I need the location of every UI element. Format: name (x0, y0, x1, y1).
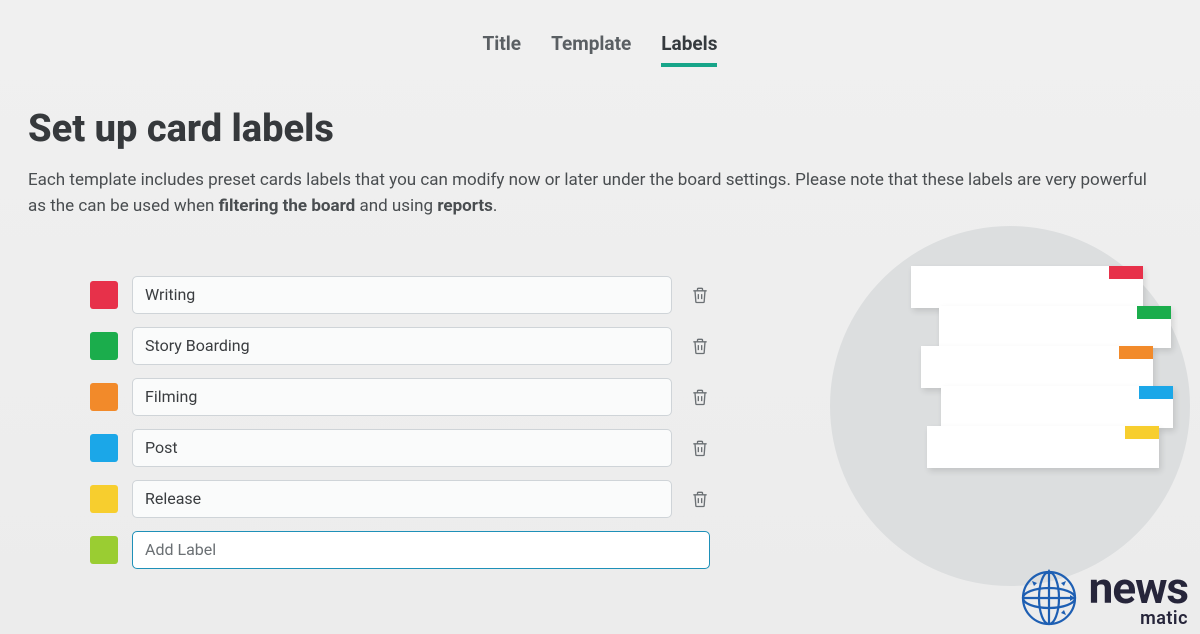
trash-icon[interactable] (690, 386, 710, 408)
tab-template[interactable]: Template (551, 32, 631, 67)
color-swatch[interactable] (90, 332, 118, 360)
label-row (90, 276, 710, 314)
label-row (90, 378, 710, 416)
globe-icon (1017, 566, 1081, 630)
setup-tabs: Title Template Labels (0, 0, 1200, 67)
color-swatch[interactable] (90, 383, 118, 411)
trash-icon[interactable] (690, 488, 710, 510)
color-swatch[interactable] (90, 485, 118, 513)
label-name-input[interactable] (132, 276, 672, 314)
trash-icon[interactable] (690, 335, 710, 357)
tab-labels[interactable]: Labels (661, 32, 717, 67)
preview-card (927, 426, 1159, 468)
label-row (90, 429, 710, 467)
watermark-text: news (1089, 569, 1188, 609)
color-swatch[interactable] (90, 281, 118, 309)
label-name-input[interactable] (132, 378, 672, 416)
preview-card (911, 266, 1143, 308)
label-preview-illustration (750, 276, 1172, 582)
preview-card (941, 386, 1173, 428)
preview-card (921, 346, 1153, 388)
label-name-input[interactable] (132, 327, 672, 365)
page-description: Each template includes preset cards labe… (28, 167, 1168, 220)
label-list (90, 276, 710, 582)
label-name-input[interactable] (132, 429, 672, 467)
label-row (90, 480, 710, 518)
color-swatch[interactable] (90, 434, 118, 462)
watermark-logo: news matic (1017, 566, 1188, 630)
tab-title[interactable]: Title (483, 32, 522, 67)
trash-icon[interactable] (690, 437, 710, 459)
watermark-subtext: matic (1140, 611, 1188, 627)
add-label-input[interactable] (132, 531, 710, 569)
page-title: Set up card labels (28, 107, 1172, 151)
trash-icon[interactable] (690, 284, 710, 306)
label-row (90, 327, 710, 365)
color-swatch[interactable] (90, 536, 118, 564)
preview-card (939, 306, 1171, 348)
label-name-input[interactable] (132, 480, 672, 518)
add-label-row (90, 531, 710, 569)
